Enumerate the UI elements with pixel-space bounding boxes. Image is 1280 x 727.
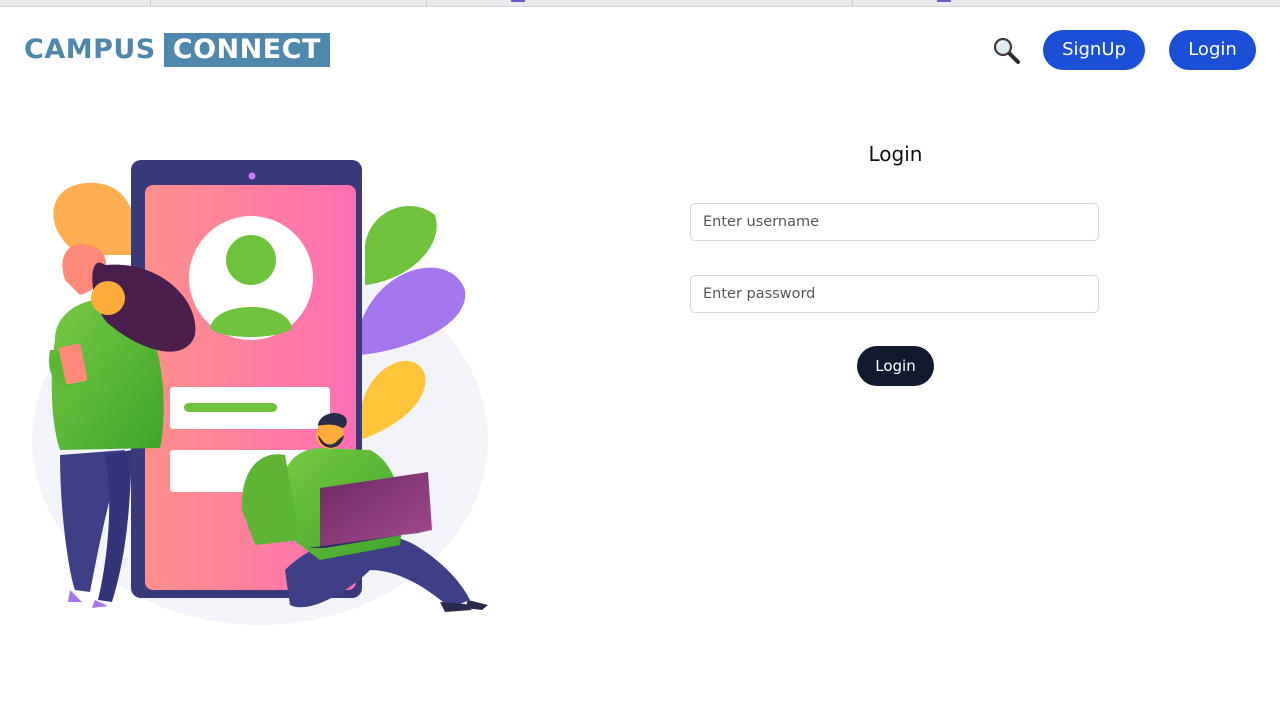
logo-word-connect: CONNECT: [163, 33, 330, 67]
signup-button[interactable]: SignUp: [1043, 30, 1145, 70]
tab-favicon-icon: [937, 0, 951, 2]
woman-shoe: [92, 600, 108, 608]
tab-divider: [150, 0, 151, 6]
tab-divider: [426, 0, 427, 6]
tab-divider: [852, 0, 853, 6]
avatar-head: [226, 235, 276, 285]
woman-head: [91, 281, 125, 315]
woman-shoe: [68, 590, 82, 602]
logo-word-campus: CAMPUS: [24, 34, 156, 65]
phone-camera: [248, 172, 256, 180]
username-progress-line: [184, 403, 277, 412]
magnifier-icon: [993, 37, 1020, 64]
username-input[interactable]: [690, 203, 1099, 241]
site-logo[interactable]: CAMPUS CONNECT: [24, 33, 330, 67]
search-button[interactable]: [992, 36, 1022, 66]
password-input[interactable]: [690, 275, 1099, 313]
login-form-title: Login: [868, 142, 923, 166]
login-submit-button[interactable]: Login: [857, 346, 934, 386]
login-illustration: [32, 160, 488, 625]
browser-tab-strip: [0, 0, 1280, 7]
orange-leaf: [53, 182, 137, 255]
header-login-button[interactable]: Login: [1169, 30, 1256, 70]
tab-favicon-icon: [511, 0, 525, 2]
